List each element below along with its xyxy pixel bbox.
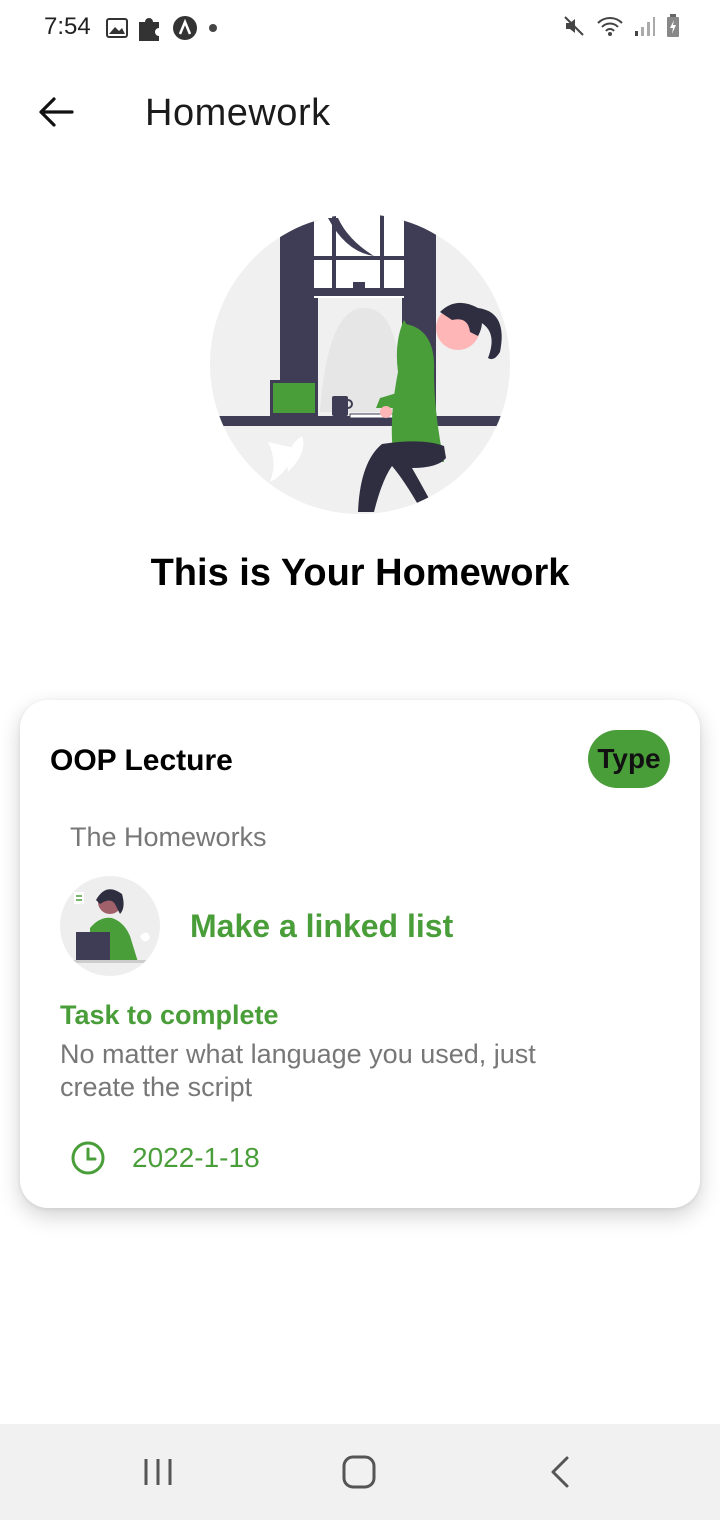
task-label: Task to complete	[60, 1000, 279, 1030]
status-time: 7:54	[44, 13, 91, 40]
recent-apps-icon	[144, 1459, 172, 1485]
status-left-icons	[106, 14, 220, 42]
home-icon	[342, 1455, 376, 1489]
battery-icon	[667, 14, 679, 37]
dot-icon	[209, 24, 217, 32]
task-description: No matter what language you used, just c…	[60, 1039, 536, 1102]
status-right-icons	[562, 14, 680, 38]
headline: This is Your Homework	[150, 552, 570, 594]
mute-icon	[564, 16, 584, 36]
due-date-row: 2022-1-18	[70, 1140, 260, 1176]
wifi-icon	[597, 17, 623, 36]
arrow-left-icon	[39, 97, 74, 127]
recent-apps-button[interactable]	[128, 1452, 188, 1492]
clock-icon	[71, 1141, 105, 1175]
system-nav-bar	[0, 1424, 720, 1520]
back-icon	[551, 1456, 569, 1488]
section-label: The Homeworks	[70, 822, 267, 852]
due-date: 2022-1-18	[132, 1142, 260, 1173]
page-title: Homework	[145, 92, 331, 134]
homework-name: Make a linked list	[190, 908, 454, 944]
homework-card[interactable]: OOP Lecture Type The Homeworks Make a li…	[20, 700, 700, 1208]
homework-avatar	[60, 876, 160, 976]
signal-icon	[635, 17, 655, 36]
card-title: OOP Lecture	[50, 744, 233, 777]
nav-back-button[interactable]	[530, 1452, 590, 1492]
type-badge[interactable]: Type	[588, 730, 670, 788]
home-button[interactable]	[329, 1452, 389, 1492]
image-icon	[106, 18, 128, 38]
app-icon	[173, 16, 197, 40]
hero-illustration	[210, 214, 510, 514]
puzzle-icon	[139, 18, 159, 41]
back-button[interactable]	[30, 86, 82, 138]
app-bar: Homework	[0, 72, 720, 152]
status-bar: 7:54	[0, 0, 720, 56]
